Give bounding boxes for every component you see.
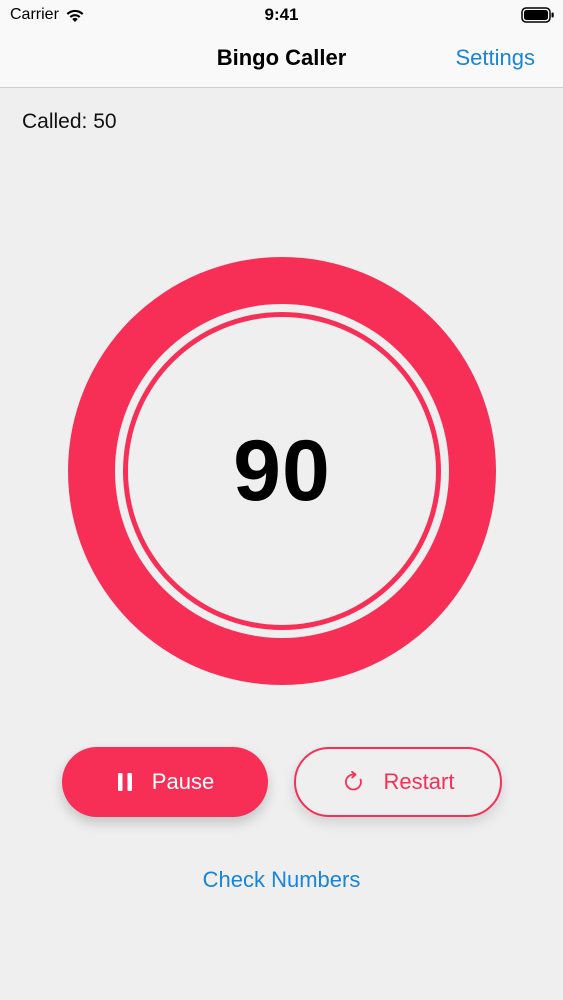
restart-label: Restart xyxy=(383,769,455,794)
settings-button[interactable]: Settings xyxy=(456,45,536,71)
called-count: Called: 50 xyxy=(22,110,117,133)
restart-icon xyxy=(344,770,362,791)
status-time: 9:41 xyxy=(264,5,299,24)
status-bar: Carrier 9:41 xyxy=(0,0,563,32)
pause-label: Pause xyxy=(151,769,215,794)
current-number: 90 xyxy=(233,422,331,519)
battery-icon xyxy=(521,7,554,23)
navigation-bar: Bingo Caller Settings xyxy=(0,32,563,88)
check-numbers-button[interactable]: Check Numbers xyxy=(0,867,563,893)
pause-icon xyxy=(117,773,132,791)
pause-button[interactable]: Pause xyxy=(62,747,268,817)
restart-button[interactable]: Restart xyxy=(294,747,502,817)
